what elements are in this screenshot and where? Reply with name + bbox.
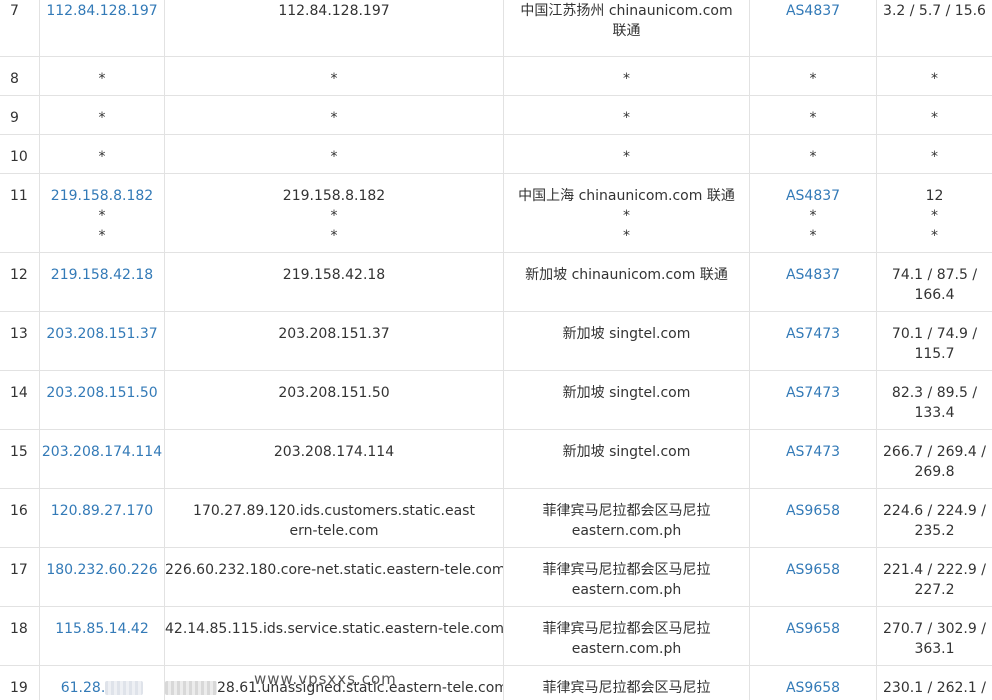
as-link[interactable]: AS9658 — [749, 488, 877, 548]
as-cell: * — [749, 56, 877, 96]
table-row: 12 219.158.42.18 219.158.42.18 新加坡 china… — [0, 252, 992, 312]
hop-number: 8 — [0, 56, 40, 96]
hop-number: 18 — [0, 606, 40, 666]
hostname: 170.27.89.120.ids.customers.static.easte… — [164, 488, 504, 548]
hostname: * — [164, 134, 504, 174]
hop-number: 16 — [0, 488, 40, 548]
latency: 266.7 / 269.4 / 269.8 — [876, 429, 992, 489]
location: 菲律宾马尼拉都会区马尼拉 eastern.com.ph — [503, 665, 750, 700]
latency: 70.1 / 74.9 / 115.7 — [876, 311, 992, 371]
hostname: 226.60.232.180.core-net.static.eastern-t… — [164, 547, 504, 607]
latency: 3.2 / 5.7 / 15.6 — [876, 0, 992, 57]
location: 菲律宾马尼拉都会区马尼拉 eastern.com.ph — [503, 606, 750, 666]
traceroute-table: 7 112.84.128.197 112.84.128.197 中国江苏扬州 c… — [0, 0, 992, 700]
ip-link[interactable]: 180.232.60.226 — [39, 547, 165, 607]
as-link[interactable]: AS9658 — [749, 547, 877, 607]
ip-text: 61.28. — [60, 680, 106, 696]
latency: 12 * * — [876, 173, 992, 253]
ip-link[interactable]: 115.85.14.42 — [39, 606, 165, 666]
table-row: 16 120.89.27.170 170.27.89.120.ids.custo… — [0, 488, 992, 548]
ip-link[interactable]: 219.158.8.182 * * — [39, 173, 165, 253]
as-link[interactable]: AS9658 — [749, 665, 877, 700]
latency: 82.3 / 89.5 / 133.4 — [876, 370, 992, 430]
hop-number: 9 — [0, 95, 40, 135]
latency: 224.6 / 224.9 / 235.2 — [876, 488, 992, 548]
ip-link[interactable]: 203.208.174.114 — [39, 429, 165, 489]
hostname: 112.84.128.197 — [164, 0, 504, 57]
table-row: 8 * * * * * — [0, 56, 992, 96]
as-link[interactable]: AS4837 — [749, 0, 877, 57]
latency: 74.1 / 87.5 / 166.4 — [876, 252, 992, 312]
hop-number: 13 — [0, 311, 40, 371]
location: 新加坡 singtel.com — [503, 311, 750, 371]
ip-cell: * — [39, 95, 165, 135]
ip-link[interactable]: 120.89.27.170 — [39, 488, 165, 548]
ip-link[interactable]: 203.208.151.50 — [39, 370, 165, 430]
table-row: 13 203.208.151.37 203.208.151.37 新加坡 sin… — [0, 311, 992, 371]
watermark: www.vpsxxs.com — [254, 670, 397, 688]
hostname: * — [164, 56, 504, 96]
location: 新加坡 chinaunicom.com 联通 — [503, 252, 750, 312]
location: * — [503, 134, 750, 174]
location: 中国上海 chinaunicom.com 联通 * * — [503, 173, 750, 253]
as-link[interactable]: AS4837 * * — [749, 173, 877, 253]
hop-number: 12 — [0, 252, 40, 312]
hostname: 219.158.42.18 — [164, 252, 504, 312]
table-row: 14 203.208.151.50 203.208.151.50 新加坡 sin… — [0, 370, 992, 430]
table-row: 9 * * * * * — [0, 95, 992, 135]
ip-link[interactable]: 61.28. — [39, 665, 165, 700]
hostname: 219.158.8.182 * * — [164, 173, 504, 253]
ip-link[interactable]: 219.158.42.18 — [39, 252, 165, 312]
latency: 270.7 / 302.9 / 363.1 — [876, 606, 992, 666]
hostname: 42.14.85.115.ids.service.static.eastern-… — [164, 606, 504, 666]
as-link[interactable]: AS7473 — [749, 370, 877, 430]
ip-cell: * — [39, 56, 165, 96]
hop-number: 11 — [0, 173, 40, 253]
table-row: 15 203.208.174.114 203.208.174.114 新加坡 s… — [0, 429, 992, 489]
location: 中国江苏扬州 chinaunicom.com 联通 — [503, 0, 750, 57]
table-row: 18 115.85.14.42 42.14.85.115.ids.service… — [0, 606, 992, 666]
ip-link[interactable]: 112.84.128.197 — [39, 0, 165, 57]
redacted-blur — [165, 681, 217, 695]
latency: * — [876, 56, 992, 96]
ip-cell: * — [39, 134, 165, 174]
as-link[interactable]: AS4837 — [749, 252, 877, 312]
table-row: 10 * * * * * — [0, 134, 992, 174]
location: * — [503, 95, 750, 135]
as-cell: * — [749, 95, 877, 135]
hostname: 203.208.151.50 — [164, 370, 504, 430]
latency: 230.1 / 262.1 / 312.8 — [876, 665, 992, 700]
hostname: 203.208.174.114 — [164, 429, 504, 489]
table-row: 7 112.84.128.197 112.84.128.197 中国江苏扬州 c… — [0, 0, 992, 57]
as-link[interactable]: AS7473 — [749, 311, 877, 371]
latency: 221.4 / 222.9 / 227.2 — [876, 547, 992, 607]
hostname: * — [164, 95, 504, 135]
hop-number: 19 — [0, 665, 40, 700]
table-row: 19 61.28. 28.61.unassigned.static.easter… — [0, 665, 992, 700]
latency: * — [876, 134, 992, 174]
as-link[interactable]: AS9658 — [749, 606, 877, 666]
hop-number: 14 — [0, 370, 40, 430]
location: * — [503, 56, 750, 96]
location: 菲律宾马尼拉都会区马尼拉 eastern.com.ph — [503, 547, 750, 607]
table-row: 11 219.158.8.182 * * 219.158.8.182 * * 中… — [0, 173, 992, 253]
location: 菲律宾马尼拉都会区马尼拉 eastern.com.ph — [503, 488, 750, 548]
hop-number: 17 — [0, 547, 40, 607]
hop-number: 7 — [0, 0, 40, 57]
location: 新加坡 singtel.com — [503, 370, 750, 430]
hop-number: 15 — [0, 429, 40, 489]
as-link[interactable]: AS7473 — [749, 429, 877, 489]
ip-link[interactable]: 203.208.151.37 — [39, 311, 165, 371]
table-row: 17 180.232.60.226 226.60.232.180.core-ne… — [0, 547, 992, 607]
location: 新加坡 singtel.com — [503, 429, 750, 489]
hostname: 203.208.151.37 — [164, 311, 504, 371]
as-cell: * — [749, 134, 877, 174]
hop-number: 10 — [0, 134, 40, 174]
redacted-blur — [105, 681, 144, 695]
latency: * — [876, 95, 992, 135]
